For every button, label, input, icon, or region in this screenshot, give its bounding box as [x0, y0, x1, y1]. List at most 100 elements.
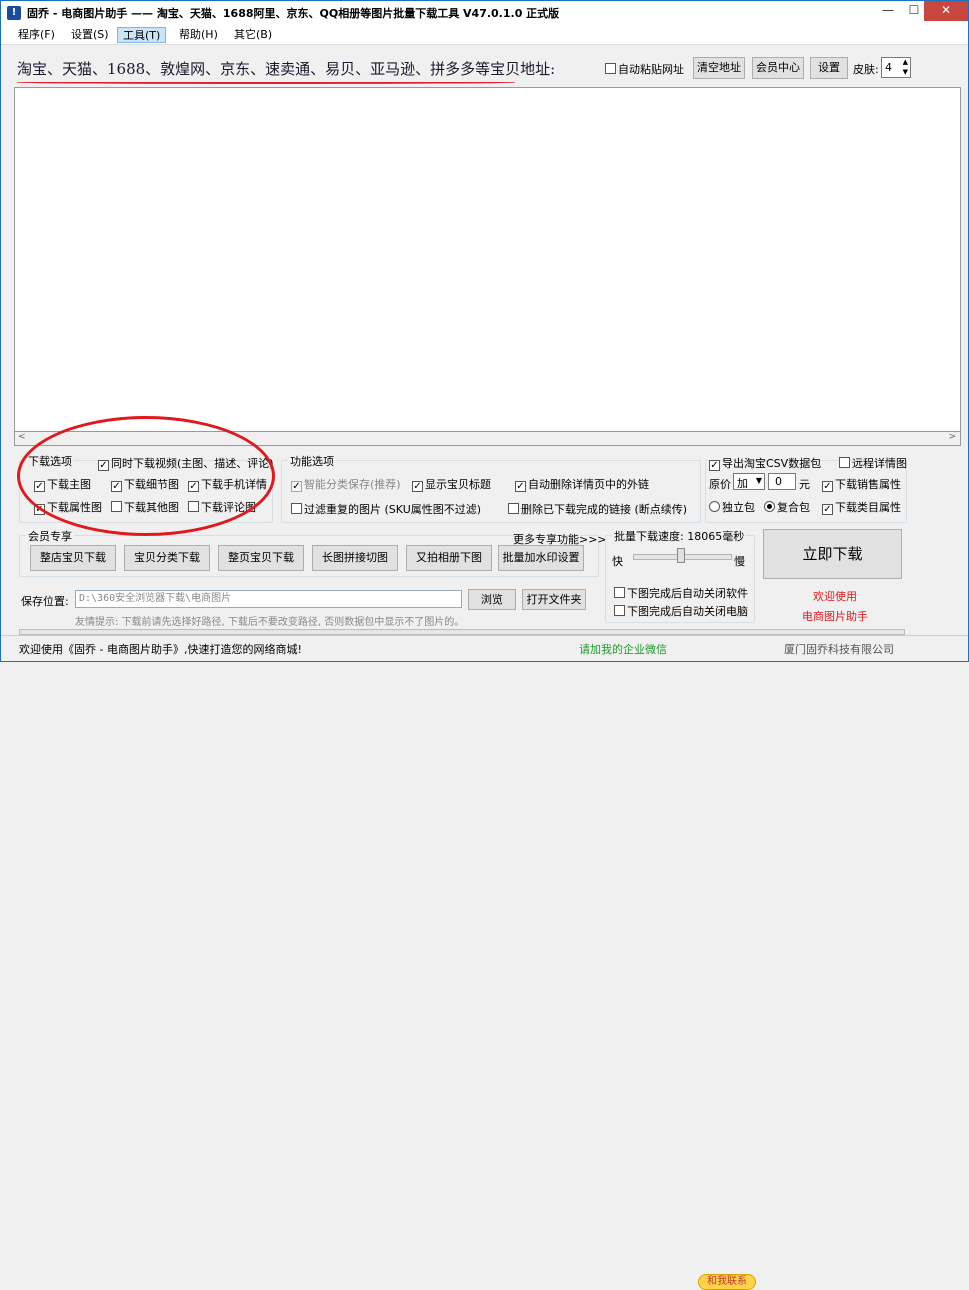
welcome-line1: 欢迎使用	[813, 590, 857, 603]
combo-pkg-label: 复合包	[777, 501, 810, 514]
show-title-label: 显示宝贝标题	[425, 478, 491, 491]
settings-button[interactable]: 设置	[810, 57, 848, 79]
checkbox-icon	[111, 501, 122, 512]
sales-attr-checkbox[interactable]: 下载销售属性	[822, 476, 901, 492]
address-toolbar: 淘宝、天猫、1688、敦煌网、京东、速卖通、易贝、亚马逊、拼多多等宝贝地址: 自…	[1, 48, 968, 86]
menu-other[interactable]: 其它(B)	[229, 27, 277, 43]
radio-icon	[709, 501, 720, 512]
browse-button[interactable]: 浏览	[468, 589, 516, 610]
status-welcome: 欢迎使用《固乔 - 电商图片助手》,快速打造您的网络商城!	[19, 643, 302, 656]
checkbox-icon	[98, 460, 109, 471]
menu-settings[interactable]: 设置(S)	[66, 27, 114, 43]
price-op-value: 加	[737, 477, 748, 490]
red-underline-annotation	[17, 81, 515, 84]
speed-slider-thumb[interactable]	[677, 548, 685, 563]
status-bar: 欢迎使用《固乔 - 电商图片助手》,快速打造您的网络商城! 请加我的企业微信 和…	[1, 635, 968, 1290]
clear-address-button[interactable]: 清空地址	[693, 57, 745, 79]
long-image-button[interactable]: 长图拼接切图	[312, 545, 398, 571]
video-checkbox[interactable]: 同时下载视频(主图、描述、评论)	[98, 455, 274, 471]
menu-help[interactable]: 帮助(H)	[174, 27, 223, 43]
review-img-checkbox[interactable]: 下载评论图	[188, 499, 256, 515]
menu-program[interactable]: 程序(F)	[13, 27, 60, 43]
mobile-detail-label: 下载手机详情	[201, 478, 267, 491]
attr-img-checkbox[interactable]: 下载属性图	[34, 499, 102, 515]
checkbox-icon	[188, 501, 199, 512]
open-folder-button[interactable]: 打开文件夹	[522, 589, 586, 610]
member-center-button[interactable]: 会员中心	[752, 57, 804, 79]
scroll-left-icon[interactable]: <	[18, 432, 26, 442]
radio-icon	[764, 501, 775, 512]
watermark-button[interactable]: 批量加水印设置	[498, 545, 584, 571]
member-title: 会员专享	[26, 528, 74, 544]
minimize-button[interactable]: —	[874, 1, 902, 21]
checkbox-icon	[605, 63, 616, 74]
spin-up-icon[interactable]: ▲	[903, 58, 908, 66]
detail-img-label: 下载细节图	[124, 478, 179, 491]
price-unit: 元	[799, 478, 810, 491]
title-bar: ! 固乔 - 电商图片助手 —— 淘宝、天猫、1688阿里、京东、QQ相册等图片…	[1, 1, 968, 25]
shop-download-button[interactable]: 整店宝贝下载	[30, 545, 116, 571]
review-img-label: 下载评论图	[201, 501, 256, 514]
checkbox-icon	[839, 457, 850, 468]
checkbox-icon	[412, 481, 423, 492]
checkbox-icon	[34, 504, 45, 515]
checkbox-icon	[822, 504, 833, 515]
category-download-button[interactable]: 宝贝分类下载	[124, 545, 210, 571]
price-input[interactable]: 0	[768, 473, 796, 490]
auto-delete-links-checkbox[interactable]: 自动删除详情页中的外链	[515, 476, 649, 492]
download-now-button[interactable]: 立即下载	[763, 529, 902, 579]
csv-label: 导出淘宝CSV数据包	[722, 457, 822, 470]
other-img-checkbox[interactable]: 下载其他图	[111, 499, 179, 515]
menu-tools[interactable]: 工具(T)	[117, 27, 167, 43]
close-software-checkbox[interactable]: 下图完成后自动关闭软件	[614, 585, 748, 601]
fast-label: 快	[612, 555, 623, 568]
combo-pkg-radio[interactable]: 复合包	[764, 499, 810, 515]
main-img-label: 下载主图	[47, 478, 91, 491]
csv-checkbox[interactable]: 导出淘宝CSV数据包	[709, 455, 821, 471]
shutdown-pc-checkbox[interactable]: 下图完成后自动关闭电脑	[614, 603, 748, 619]
chevron-down-icon: ▼	[755, 476, 762, 485]
auto-delete-links-label: 自动删除详情页中的外链	[528, 478, 649, 491]
checkbox-icon	[614, 587, 625, 598]
smart-save-label: 智能分类保存(推荐)	[304, 478, 401, 491]
show-title-checkbox[interactable]: 显示宝贝标题	[412, 476, 491, 492]
checkbox-icon	[188, 481, 199, 492]
spin-down-icon[interactable]: ▼	[903, 68, 908, 76]
scroll-right-icon[interactable]: >	[948, 432, 956, 442]
wechat-link[interactable]: 请加我的企业微信	[579, 641, 667, 657]
checkbox-icon	[515, 481, 526, 492]
close-button[interactable]: ✕	[924, 1, 968, 21]
save-label: 保存位置:	[21, 595, 69, 608]
delete-done-label: 删除已下载完成的链接 (断点续传)	[521, 503, 688, 516]
skin-spinner[interactable]: 4 ▲ ▼	[881, 57, 911, 78]
price-op-select[interactable]: 加 ▼	[733, 473, 765, 490]
filter-dup-label: 过滤重复的图片 (SKU属性图不过滤)	[304, 503, 482, 516]
upai-album-button[interactable]: 又拍相册下图	[406, 545, 492, 571]
slow-label: 慢	[734, 555, 745, 568]
skin-label: 皮肤:	[853, 63, 879, 76]
close-software-label: 下图完成后自动关闭软件	[627, 587, 748, 600]
save-path-input[interactable]: D:\360安全浏览器下载\电商图片	[75, 590, 462, 608]
menu-bar: 程序(F) 设置(S) 工具(T) 帮助(H) 其它(B)	[1, 25, 968, 45]
other-img-label: 下载其他图	[124, 501, 179, 514]
feature-options-title: 功能选项	[288, 453, 336, 469]
auto-paste-checkbox[interactable]: 自动粘贴网址	[605, 61, 684, 77]
contact-badge[interactable]: 和我联系	[698, 1274, 756, 1290]
page-download-button[interactable]: 整页宝贝下载	[218, 545, 304, 571]
horizontal-scrollbar[interactable]: < >	[14, 432, 961, 446]
main-img-checkbox[interactable]: 下载主图	[34, 476, 91, 492]
category-attr-checkbox[interactable]: 下载类目属性	[822, 499, 901, 515]
filter-dup-checkbox[interactable]: 过滤重复的图片 (SKU属性图不过滤)	[291, 501, 481, 517]
delete-done-checkbox[interactable]: 删除已下载完成的链接 (断点续传)	[508, 501, 687, 517]
mobile-detail-checkbox[interactable]: 下载手机详情	[188, 476, 267, 492]
sales-attr-label: 下载销售属性	[835, 478, 901, 491]
detail-img-checkbox[interactable]: 下载细节图	[111, 476, 179, 492]
single-pkg-label: 独立包	[722, 501, 755, 514]
price-value: 0	[775, 475, 782, 488]
smart-save-checkbox[interactable]: 智能分类保存(推荐)	[291, 476, 401, 492]
welcome-line2: 电商图片助手	[802, 610, 868, 623]
remote-detail-checkbox[interactable]: 远程详情图	[839, 455, 907, 471]
address-textarea[interactable]	[14, 87, 961, 432]
attr-img-label: 下载属性图	[47, 501, 102, 514]
single-pkg-radio[interactable]: 独立包	[709, 499, 755, 515]
